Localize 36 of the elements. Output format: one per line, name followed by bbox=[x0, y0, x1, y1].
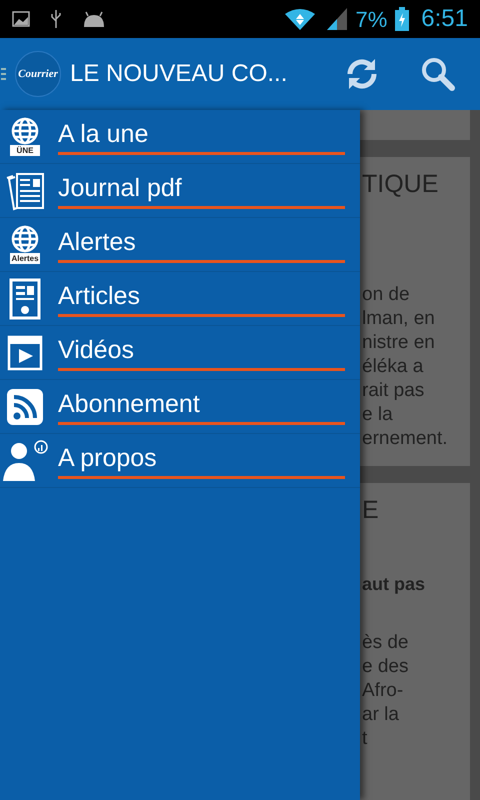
drawer-item-label: Vidéos bbox=[58, 334, 135, 364]
article-card-text: ès de bbox=[362, 631, 410, 655]
battery-percent: 7% bbox=[355, 6, 388, 34]
article-card-text: e des bbox=[362, 655, 410, 679]
drawer-item[interactable]: A propos bbox=[0, 434, 360, 488]
drawer-item[interactable]: Alertes Alertes bbox=[0, 218, 360, 272]
drawer-item[interactable]: ÜNE A la une bbox=[0, 110, 360, 164]
article-card-title: E bbox=[362, 495, 380, 525]
icon-label: ÜNE bbox=[10, 144, 40, 156]
drawer-item-label: Journal pdf bbox=[58, 172, 183, 202]
logo-text: Courrier bbox=[18, 68, 58, 80]
article-card-text: lman, en bbox=[362, 307, 436, 331]
article-card-title: TIQUE bbox=[362, 169, 440, 199]
drawer-item[interactable]: Articles bbox=[0, 272, 360, 326]
icon-label: Alertes bbox=[10, 252, 40, 264]
clock: 6:51 bbox=[421, 4, 468, 34]
drawer-item[interactable]: Vidéos bbox=[0, 326, 360, 380]
drawer-item[interactable]: Journal pdf bbox=[0, 164, 360, 218]
article-card-text: rait pas bbox=[362, 379, 426, 403]
article-card-subtitle: aut pas bbox=[362, 573, 426, 595]
article-card-text: ernement. bbox=[362, 427, 449, 451]
article-card-text: Afro- bbox=[362, 679, 404, 703]
article-card-text: on de bbox=[362, 283, 411, 307]
app-logo[interactable]: Courrier bbox=[15, 51, 61, 97]
article-card-text: t bbox=[362, 727, 368, 751]
drawer-item-label: A propos bbox=[58, 442, 158, 472]
article-card-text: nistre en bbox=[362, 331, 436, 355]
article-card-text: e la bbox=[362, 403, 394, 427]
drawer-item-label: Abonnement bbox=[58, 388, 201, 418]
article-card-text: ar la bbox=[362, 703, 400, 727]
app-title: LE NOUVEAU CO... bbox=[70, 59, 288, 89]
article-card-text: éléka a bbox=[362, 355, 424, 379]
drawer-item-label: A la une bbox=[58, 118, 150, 148]
drawer-item-label: Alertes bbox=[58, 226, 137, 256]
drawer-item[interactable]: Abonnement bbox=[0, 380, 360, 434]
drawer-item-label: Articles bbox=[58, 280, 141, 310]
